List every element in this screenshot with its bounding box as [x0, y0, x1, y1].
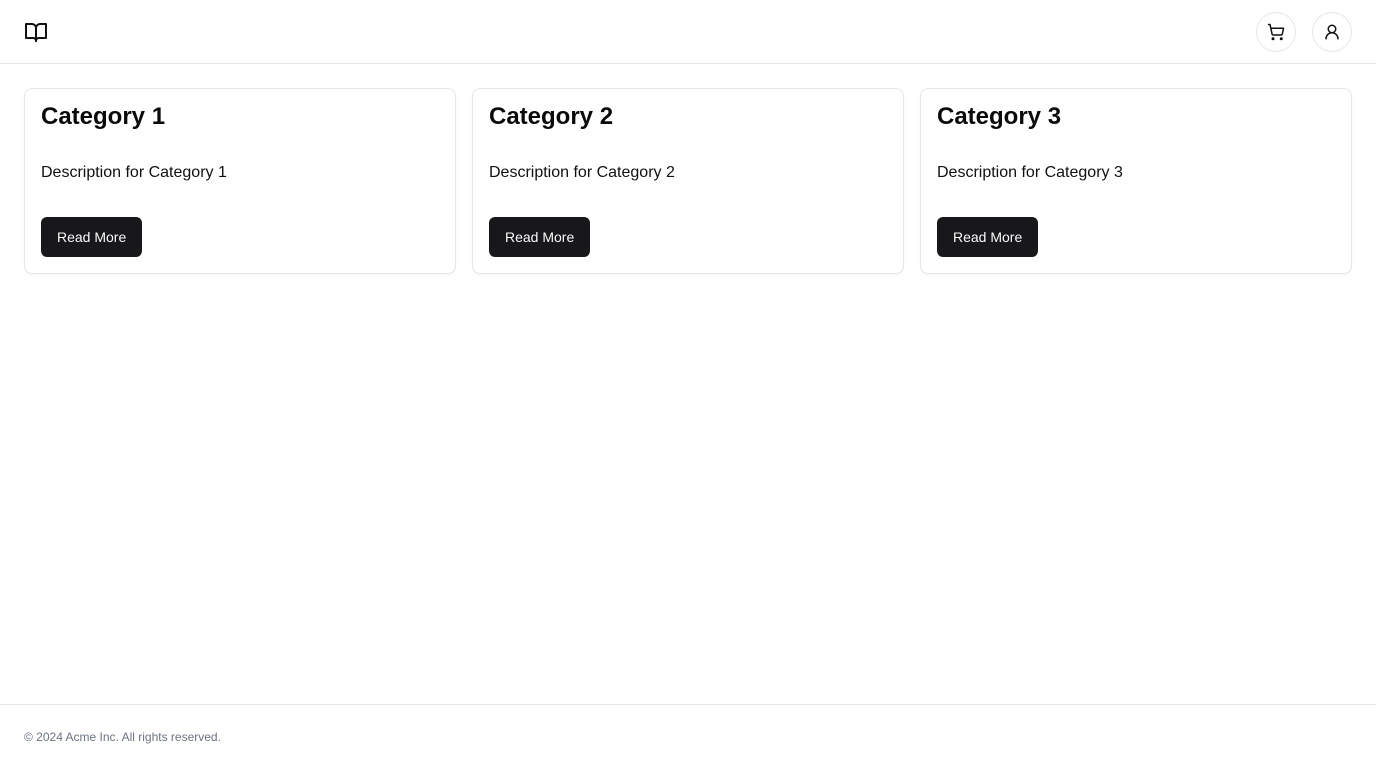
- card-description: Description for Category 1: [41, 164, 227, 181]
- site-header: [0, 0, 1376, 64]
- page: Category 1 Description for Category 1 Re…: [0, 0, 1376, 768]
- read-more-button[interactable]: Read More: [937, 217, 1039, 257]
- cart-button[interactable]: [1256, 12, 1296, 52]
- category-card: Category 2 Description for Category 2 Re…: [472, 88, 904, 274]
- card-description: Description for Category 3: [937, 164, 1123, 181]
- category-card: Category 3 Description for Category 3 Re…: [920, 88, 1352, 274]
- open-book-icon[interactable]: [24, 20, 48, 44]
- card-description: Description for Category 2: [489, 164, 675, 181]
- category-card: Category 1 Description for Category 1 Re…: [24, 88, 456, 274]
- user-icon: [1323, 23, 1341, 41]
- site-footer: © 2024 Acme Inc. All rights reserved.: [0, 704, 1376, 768]
- copyright-text: © 2024 Acme Inc. All rights reserved.: [24, 730, 221, 744]
- card-title: Category 1: [41, 103, 166, 130]
- read-more-button[interactable]: Read More: [489, 217, 591, 257]
- card-title: Category 3: [937, 103, 1062, 130]
- user-account-button[interactable]: [1312, 12, 1352, 52]
- category-card-grid: Category 1 Description for Category 1 Re…: [24, 88, 1352, 274]
- read-more-button[interactable]: Read More: [41, 217, 143, 257]
- shopping-cart-icon: [1267, 23, 1285, 41]
- card-title: Category 2: [489, 103, 614, 130]
